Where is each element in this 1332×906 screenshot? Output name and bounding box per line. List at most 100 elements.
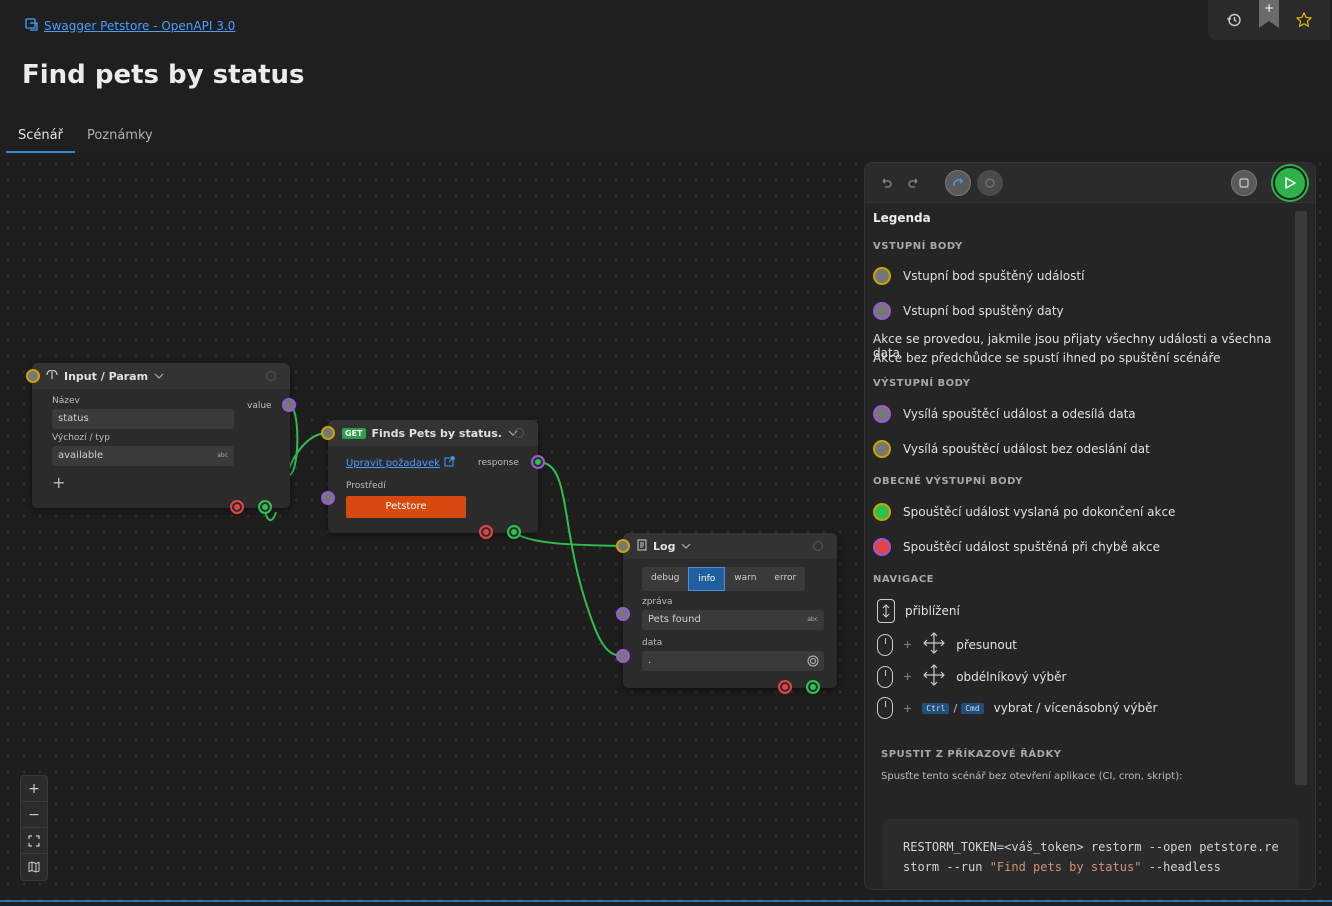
legend-input-event-label: Vstupní bod spuštěný událostí: [903, 269, 1085, 283]
log-level-selector: debug info warn error: [642, 567, 806, 591]
plus-sign: +: [903, 638, 913, 651]
key-slash: /: [953, 701, 958, 715]
get-node-header[interactable]: GET Finds Pets by status.: [328, 420, 538, 446]
error-port-dot: [873, 538, 891, 556]
name-field[interactable]: status: [52, 409, 234, 429]
legend-title: Legenda: [873, 211, 931, 225]
event-port-dot: [873, 267, 891, 285]
zoom-controls: + −: [20, 775, 48, 881]
legend-general-error-label: Spouštěcí událost spuštěná při chybě akc…: [903, 540, 1160, 554]
nav-rect: + obdélníkový výběr: [877, 663, 1066, 690]
input-done-port[interactable]: [258, 500, 272, 514]
level-debug[interactable]: debug: [642, 567, 688, 591]
legend-general-done-label: Spouštěcí událost vyslaná po dokončení a…: [903, 505, 1176, 519]
event-port-dot: [873, 440, 891, 458]
response-output-port[interactable]: [531, 455, 545, 469]
message-value: Pets found: [648, 614, 701, 625]
get-node-title: Finds Pets by status.: [371, 426, 502, 440]
wire-response-to-data: [537, 461, 624, 657]
debug-icon[interactable]: [977, 170, 1003, 196]
environment-button[interactable]: Petstore: [346, 496, 466, 518]
legend-note-2: Akce bez předchůdce se spustí ihned po s…: [873, 351, 1221, 365]
data-field[interactable]: .: [642, 651, 824, 671]
legend-general-error: Spouštěcí událost spuštěná při chybě akc…: [873, 538, 1160, 556]
move-icon: [922, 663, 946, 690]
data-port-dot: [873, 302, 891, 320]
key-combo: Ctrl / Cmd: [922, 701, 984, 715]
outputs-heading: VÝSTUPNÍ BODY: [873, 378, 971, 389]
zoom-out-button[interactable]: −: [21, 802, 47, 828]
zoom-in-button[interactable]: +: [21, 776, 47, 802]
log-node-header[interactable]: Log: [623, 533, 837, 559]
legend-input-event: Vstupní bod spuštěný událostí: [873, 267, 1084, 285]
value-output-label: value: [247, 401, 272, 411]
get-error-port[interactable]: [479, 525, 493, 539]
node-status-icon: [266, 371, 276, 381]
level-warn[interactable]: warn: [725, 567, 765, 591]
message-label: zpráva: [642, 597, 673, 607]
log-node[interactable]: Log debug info warn error zpráva Pets fo…: [623, 533, 837, 688]
node-status-icon: [514, 428, 524, 438]
nav-multi: + Ctrl / Cmd vybrat / vícenásobný výběr: [877, 697, 1157, 719]
param-icon: [46, 368, 58, 383]
ctrl-key: Ctrl: [922, 702, 950, 714]
legend-output-event-label: Vysílá spouštěcí událost bez odeslání da…: [903, 442, 1150, 456]
fit-view-icon: [28, 834, 40, 847]
level-info[interactable]: info: [688, 567, 726, 591]
get-event-port[interactable]: [321, 426, 335, 440]
log-event-port[interactable]: [616, 539, 630, 553]
log-data-port[interactable]: [616, 649, 630, 663]
log-icon: [637, 539, 647, 554]
success-port-dot: [873, 503, 891, 521]
general-heading: OBECNÉ VÝSTUPNÍ BODY: [873, 476, 1023, 487]
chevron-down-icon[interactable]: [154, 371, 164, 382]
cli-command-string: "Find pets by status": [989, 860, 1142, 874]
legend-output-data-label: Vysílá spouštěcí událost a odesílá data: [903, 407, 1136, 421]
default-value: available: [58, 450, 104, 461]
mouse-icon: [877, 633, 893, 656]
get-data-port[interactable]: [321, 491, 335, 505]
panel-toolbar: [865, 163, 1315, 203]
fit-view-button[interactable]: [21, 828, 47, 854]
legend-output-event: Vysílá spouštěcí událost bez odeslání da…: [873, 440, 1150, 458]
map-icon: [28, 861, 40, 873]
edit-request-link[interactable]: Upravit požadavek: [346, 456, 455, 470]
input-error-port[interactable]: [230, 500, 244, 514]
play-icon[interactable]: [1273, 166, 1307, 200]
data-label: data: [642, 638, 663, 648]
input-param-node[interactable]: Input / Param Název status Výchozí / typ…: [32, 363, 290, 508]
get-request-node[interactable]: GET Finds Pets by status. Upravit požada…: [328, 420, 538, 533]
response-output-label: response: [478, 458, 519, 468]
wire-value-to-get: [287, 404, 329, 477]
log-error-port[interactable]: [778, 680, 792, 694]
type-hint: abc: [217, 452, 228, 459]
method-badge: GET: [342, 427, 366, 439]
log-done-port[interactable]: [806, 680, 820, 694]
legend-scrollbar[interactable]: [1295, 211, 1307, 785]
auto-layout-icon[interactable]: [945, 170, 971, 196]
nav-pan-label: přesunout: [956, 637, 1018, 652]
level-error[interactable]: error: [765, 567, 805, 591]
cmd-key: Cmd: [961, 702, 984, 714]
redo-icon[interactable]: [901, 170, 927, 196]
cli-command[interactable]: RESTORM_TOKEN=<váš_token> restorm --open…: [883, 819, 1299, 889]
add-param-button[interactable]: +: [52, 473, 65, 492]
minimap-button[interactable]: [21, 854, 47, 880]
stop-icon[interactable]: [1231, 170, 1257, 196]
message-field[interactable]: Pets found abc: [642, 610, 824, 630]
undo-icon[interactable]: [873, 170, 899, 196]
input-node-header[interactable]: Input / Param: [32, 363, 290, 389]
get-done-port[interactable]: [507, 525, 521, 539]
external-link-icon: [444, 456, 455, 470]
nav-pan: + přesunout: [877, 631, 1017, 658]
value-output-port[interactable]: [282, 398, 296, 412]
legend-input-data-label: Vstupní bod spuštěný daty: [903, 304, 1064, 318]
nav-rect-label: obdélníkový výběr: [956, 669, 1067, 684]
default-field[interactable]: available abc: [52, 446, 234, 466]
log-message-port[interactable]: [616, 607, 630, 621]
input-event-port[interactable]: [26, 369, 40, 383]
target-icon[interactable]: [807, 655, 819, 675]
data-value: .: [648, 655, 652, 666]
nav-zoom-label: přiblížení: [905, 604, 960, 618]
chevron-down-icon[interactable]: [681, 541, 691, 552]
